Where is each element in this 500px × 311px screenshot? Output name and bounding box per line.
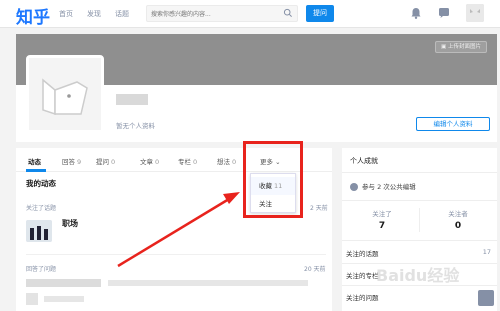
following-count: 7	[378, 221, 386, 231]
achievements-title: 个人成就	[350, 157, 378, 165]
divider	[342, 172, 497, 173]
sidebar-link-followed-questions[interactable]: 关注的问题	[346, 292, 379, 302]
back-to-top-button[interactable]	[478, 290, 494, 306]
divider	[342, 200, 497, 201]
edit-badge-icon	[350, 183, 358, 191]
achievement-text: 参与 2 次公共编辑	[362, 183, 416, 191]
following-stat[interactable]: 关注了 7	[346, 204, 418, 234]
followers-count: 0	[454, 221, 462, 231]
divider	[419, 208, 420, 232]
achievement-item: 参与 2 次公共编辑	[350, 181, 416, 191]
divider	[342, 240, 497, 241]
followers-label: 关注者	[448, 210, 468, 218]
baidu-watermark: Baidu经验	[376, 266, 460, 285]
following-label: 关注了	[372, 210, 392, 218]
followers-stat[interactable]: 关注者 0	[422, 204, 494, 234]
sidebar-link-followed-columns[interactable]: 关注的专栏	[346, 270, 379, 280]
sidebar: 个人成就 参与 2 次公共编辑 关注了 7 关注者 0 关注的话题 17 关注的…	[342, 148, 497, 311]
followed-topics-count: 17	[482, 248, 491, 256]
sidebar-link-followed-topics[interactable]: 关注的话题	[346, 248, 379, 258]
